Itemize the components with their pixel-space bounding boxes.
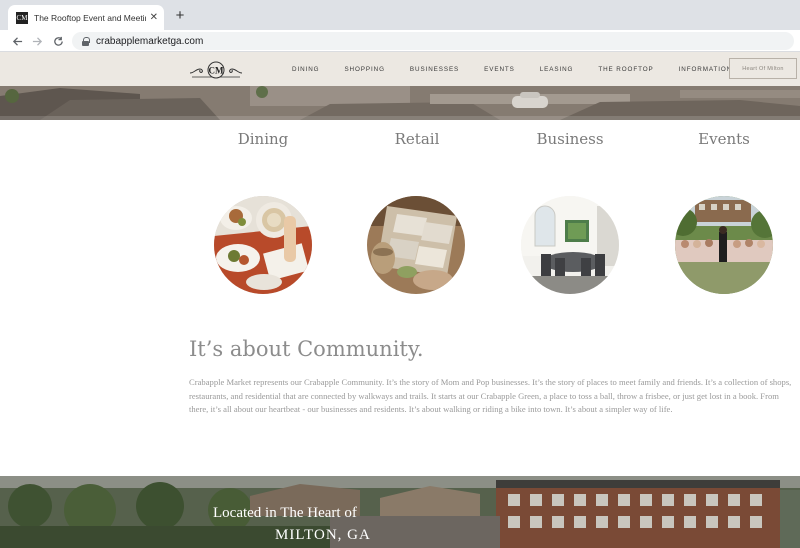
nav-dining[interactable]: DINING [292, 66, 319, 73]
banner-heading-line1: Located in The Heart of [213, 505, 357, 521]
category-dining-title: Dining [237, 130, 289, 148]
category-dining[interactable]: Dining [203, 130, 323, 148]
crabapple-market-logo[interactable]: CM [188, 59, 244, 81]
close-icon[interactable]: ✕ [150, 12, 158, 23]
heart-of-milton-button[interactable]: Heart Of Milton [729, 58, 797, 79]
milton-banner-image [0, 476, 800, 548]
url-input[interactable]: crabapplemarketga.com [72, 32, 794, 50]
category-retail-title: Retail [394, 130, 440, 148]
category-events[interactable]: Events [664, 130, 784, 148]
community-heading: It’s about Community. [189, 337, 424, 361]
tab-title: The Rooftop Event and Meeting Spa [34, 12, 146, 23]
main-nav: DINING SHOPPING BUSINESSES EVENTS LEASIN… [292, 52, 732, 86]
back-arrow-icon[interactable] [8, 32, 26, 50]
nav-events[interactable]: EVENTS [484, 66, 515, 73]
nav-the-rooftop[interactable]: THE ROOFTOP [598, 66, 653, 73]
category-retail[interactable]: Retail [357, 130, 477, 148]
nav-shopping[interactable]: SHOPPING [344, 66, 384, 73]
community-description: Crabapple Market represents our Crabappl… [189, 377, 792, 414]
nav-information[interactable]: INFORMATION [679, 66, 733, 73]
retail-image[interactable] [367, 196, 465, 294]
lock-icon [82, 37, 90, 46]
plus-icon[interactable]: + [171, 6, 189, 24]
browser-tab-bar: CM The Rooftop Event and Meeting Spa ✕ + [0, 0, 800, 30]
category-business-title: Business [536, 130, 604, 148]
reload-icon[interactable] [49, 32, 67, 50]
business-image[interactable] [521, 196, 619, 294]
url-text: crabapplemarketga.com [96, 35, 204, 47]
nav-leasing[interactable]: LEASING [540, 66, 574, 73]
category-business[interactable]: Business [510, 130, 630, 148]
nav-businesses[interactable]: BUSINESSES [410, 66, 459, 73]
forward-arrow-icon[interactable] [28, 32, 46, 50]
site-favicon-icon: CM [16, 11, 28, 24]
events-image[interactable] [675, 196, 773, 294]
category-events-title: Events [698, 130, 750, 148]
dining-image[interactable] [214, 196, 312, 294]
address-bar: crabapplemarketga.com [0, 30, 800, 52]
hero-image [0, 86, 800, 120]
browser-tab[interactable]: CM The Rooftop Event and Meeting Spa ✕ [8, 5, 164, 30]
site-header: CM DINING SHOPPING BUSINESSES EVENTS LEA… [0, 52, 800, 86]
logo-text: CM [209, 66, 224, 76]
banner-heading-line2: MILTON, GA [275, 527, 371, 543]
